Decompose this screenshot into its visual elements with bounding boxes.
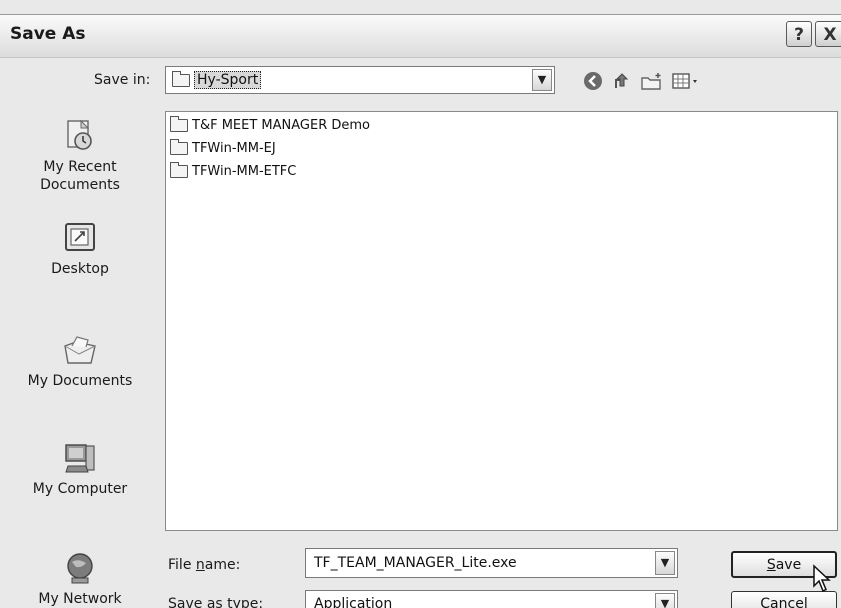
place-my-documents[interactable]: My Documents [0, 332, 160, 390]
mouse-cursor-icon [813, 564, 831, 593]
help-button[interactable]: ? [786, 21, 812, 47]
save-as-type-dropdown[interactable]: Application ▼ [305, 590, 678, 608]
my-documents-icon [64, 336, 96, 364]
place-label-desktop: Desktop [51, 261, 109, 277]
folder-icon [170, 162, 188, 178]
place-label-my-computer: My Computer [32, 481, 128, 497]
my-network-icon [67, 553, 93, 584]
save-in-value-wrap: Hy-Sport [172, 70, 262, 89]
save-as-dialog: Save As ? X Save in: Hy-Sport ▼ My Recen… [0, 0, 841, 608]
folder-icon [170, 116, 188, 132]
file-name-label-post: ame: [204, 557, 241, 573]
place-label-my-network: My Network [38, 591, 122, 607]
window-title: Save As [10, 24, 86, 44]
list-item[interactable]: T&F MEET MANAGER Demo [170, 116, 370, 133]
save-in-value: Hy-Sport [194, 71, 262, 89]
save-button-label: ave [775, 557, 802, 573]
place-desktop[interactable]: Desktop [0, 220, 160, 278]
help-icon: ? [794, 25, 804, 45]
file-name-label-pre: File [168, 557, 196, 573]
chevron-down-icon[interactable]: ▼ [655, 551, 675, 575]
list-item-label: T&F MEET MANAGER Demo [192, 118, 370, 133]
save-button-accesskey: S [766, 557, 776, 573]
list-item[interactable]: TFWin-MM-EJ [170, 139, 276, 156]
chevron-down-icon[interactable]: ▼ [532, 69, 552, 91]
save-as-type-value: Application [314, 596, 393, 608]
list-item-label: TFWin-MM-ETFC [192, 164, 297, 179]
place-my-recent-documents[interactable]: My Recent Documents [0, 118, 160, 194]
place-label-recent-1: My Recent [43, 159, 117, 175]
chevron-down-icon[interactable]: ▼ [655, 593, 675, 608]
places-bar: My Recent Documents Desktop My Documents… [0, 110, 160, 608]
new-folder-icon[interactable] [640, 70, 664, 92]
close-button[interactable]: X [815, 21, 841, 47]
save-as-type-label: Save as type: [168, 596, 264, 608]
place-my-computer[interactable]: My Computer [0, 440, 160, 498]
folder-icon [170, 139, 188, 155]
desktop-icon [65, 223, 95, 251]
my-computer-icon [65, 444, 95, 473]
file-list[interactable]: T&F MEET MANAGER Demo TFWin-MM-EJ TFWin-… [165, 111, 838, 531]
save-in-dropdown[interactable]: Hy-Sport ▼ [165, 66, 555, 94]
file-name-label: File name: [168, 557, 240, 573]
view-menu-icon[interactable] [671, 70, 701, 92]
up-folder-icon[interactable] [611, 70, 633, 92]
place-label-my-documents: My Documents [27, 373, 133, 389]
place-label-recent-2: Documents [40, 177, 120, 193]
folder-icon [172, 70, 190, 87]
list-item[interactable]: TFWin-MM-ETFC [170, 162, 297, 179]
title-bar: Save As ? X [0, 14, 841, 58]
file-name-value: TF_TEAM_MANAGER_Lite.exe [314, 555, 517, 571]
file-name-label-accesskey: n [195, 557, 205, 573]
recent-documents-icon [67, 119, 92, 150]
file-name-field[interactable]: TF_TEAM_MANAGER_Lite.exe ▼ [305, 548, 678, 578]
place-my-network[interactable]: My Network [0, 550, 160, 608]
back-icon[interactable] [582, 70, 604, 92]
close-icon: X [823, 25, 837, 45]
list-item-label: TFWin-MM-EJ [192, 141, 276, 156]
save-in-label: Save in: [94, 72, 151, 88]
